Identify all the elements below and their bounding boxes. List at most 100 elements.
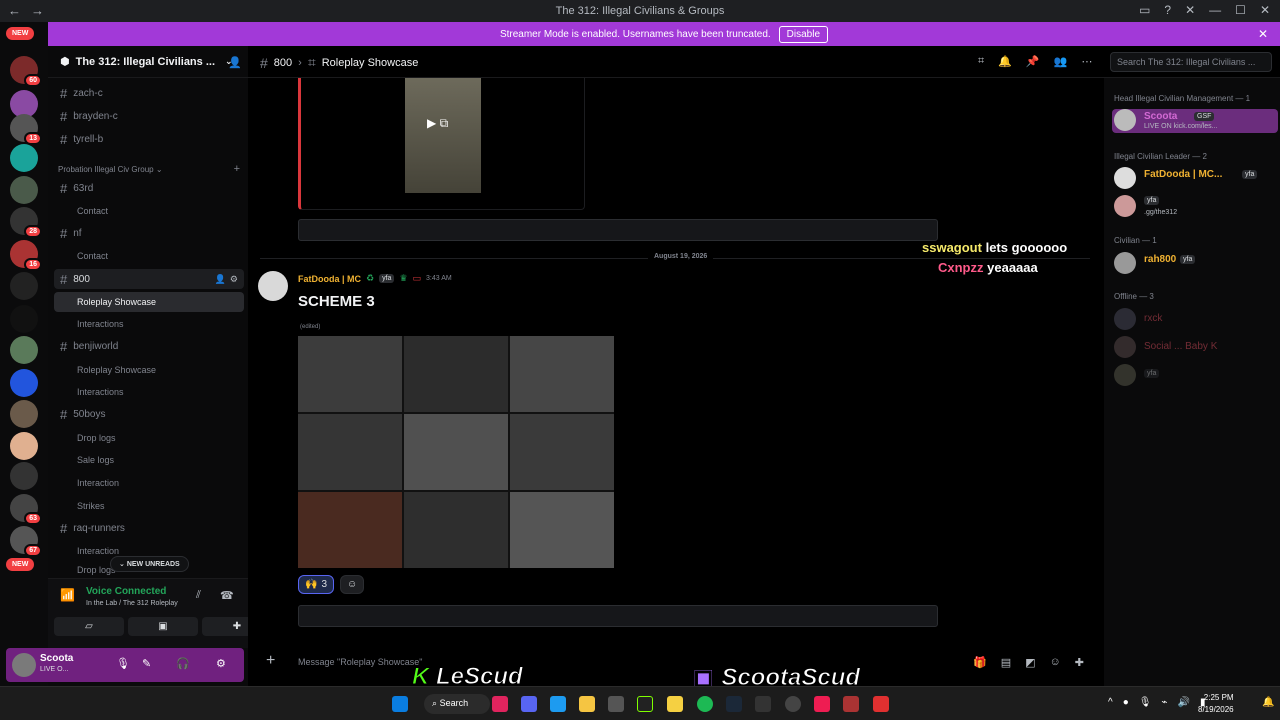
channel-nf[interactable]: # nf [54, 223, 244, 243]
taskbar-clock[interactable]: 2:25 PM 8/19/2026 [1198, 692, 1234, 716]
thread-roleplay-showcase[interactable]: Roleplay Showcase [54, 360, 244, 380]
app-icon[interactable] [637, 696, 653, 712]
search-input[interactable]: Search The 312: Illegal Civilians ... [1110, 52, 1272, 72]
add-attachment-icon[interactable]: + [266, 652, 275, 670]
spotify-icon[interactable] [697, 696, 713, 712]
apps-icon[interactable]: ✚ [1075, 656, 1084, 669]
taskbar-search[interactable]: ⌕ Search [424, 694, 490, 714]
server-icon[interactable] [10, 369, 38, 397]
app-icon[interactable] [843, 696, 859, 712]
members-icon[interactable]: 👥 [1054, 55, 1068, 68]
channel-brayden-c[interactable]: # brayden-c [54, 106, 244, 126]
member-item[interactable]: yfa [1114, 364, 1276, 388]
channel-800[interactable]: #800 👤 ⚙ [54, 269, 244, 289]
member-item[interactable]: rxck [1114, 308, 1276, 332]
close-icon[interactable]: ✕ [1258, 27, 1268, 41]
thread-roleplay-showcase[interactable]: Roleplay Showcase [54, 292, 244, 312]
deafen-icon[interactable]: ✎ [142, 657, 151, 670]
member-item[interactable]: yfa .gg/the312 [1114, 195, 1276, 219]
sticker-icon[interactable]: ◩ [1025, 656, 1035, 669]
server-icon-active[interactable] [10, 144, 38, 172]
volume-icon[interactable]: 🔊 [1177, 697, 1189, 708]
inbox-icon[interactable]: ▭ [1139, 3, 1150, 17]
voice-status[interactable]: Voice Connected [86, 586, 166, 597]
thread-sale-logs[interactable]: Sale logs [54, 450, 244, 470]
server-icon[interactable]: 16 [10, 240, 42, 271]
composer-placeholder[interactable]: Message "Roleplay Showcase" [298, 657, 422, 667]
folder-icon[interactable] [579, 696, 595, 712]
member-item[interactable]: Social ... Baby K [1114, 336, 1276, 360]
server-icon[interactable]: 63 [10, 494, 42, 525]
disconnect-icon[interactable]: ☎ [220, 589, 234, 602]
chevron-up-icon[interactable]: ^ [1108, 697, 1113, 708]
gear-icon[interactable]: ⚙ [216, 657, 226, 670]
add-reaction-button[interactable]: ☺ [340, 575, 365, 594]
channel-tyrell-b[interactable]: # tyrell-b [54, 129, 244, 149]
channel-zach-c[interactable]: # zach-c [54, 83, 244, 103]
app-icon[interactable] [492, 696, 508, 712]
discord-icon[interactable] [521, 696, 537, 712]
edge-icon[interactable] [550, 696, 566, 712]
reaction-raised-hands[interactable]: 🙌 3 [298, 575, 335, 594]
server-icon[interactable] [10, 305, 38, 333]
member-item[interactable]: rah800 yfa [1114, 252, 1276, 276]
chrome-icon[interactable] [785, 696, 801, 712]
server-icon[interactable] [10, 462, 38, 490]
channel-63rd[interactable]: #63rd [54, 178, 244, 198]
tiktok-icon[interactable] [814, 696, 830, 712]
camera-off-button[interactable]: ▱ [54, 617, 124, 636]
message-author[interactable]: FatDooda | MC [298, 274, 361, 284]
thread-contact[interactable]: Contact [54, 246, 244, 266]
windows-start-icon[interactable] [392, 696, 408, 712]
server-icon[interactable]: 28 [10, 207, 42, 238]
more-icon[interactable]: ⋯ [1081, 55, 1092, 68]
maximize-icon[interactable]: ☐ [1235, 3, 1246, 17]
server-icon[interactable]: 67 [10, 526, 42, 557]
threads-icon[interactable]: ⌗ [978, 55, 984, 68]
tools-icon[interactable]: ✕ [1185, 3, 1195, 17]
network-icon[interactable]: ⌁ [1161, 697, 1167, 708]
image-attachment[interactable] [298, 336, 614, 568]
invite-icon[interactable]: 👤 [215, 274, 226, 285]
invite-icon[interactable]: 👤 [228, 56, 242, 69]
avatar[interactable] [258, 271, 288, 301]
screenshare-button[interactable]: ▣ [128, 617, 198, 636]
noise-suppression-icon[interactable]: ⫽ [196, 589, 201, 602]
gif-icon[interactable]: ▤ [1001, 656, 1011, 669]
video-thumbnail[interactable]: ▶ ⧉ [405, 78, 481, 193]
server-icon[interactable]: 60 [10, 56, 42, 87]
notification-bell-icon[interactable]: 🔔 [1262, 697, 1274, 708]
thread-interactions[interactable]: Interactions [54, 382, 244, 402]
pin-icon[interactable]: 📌 [1026, 55, 1040, 68]
voice-location[interactable]: In the Lab / The 312 Roleplay [86, 600, 178, 607]
app-icon[interactable] [873, 696, 889, 712]
play-icon[interactable]: ▶ ⧉ [427, 116, 448, 131]
category-probation[interactable]: Probation Illegal Civ Group ⌄ + [58, 163, 244, 175]
server-icon[interactable]: 13 [10, 114, 42, 145]
server-icon[interactable] [10, 272, 38, 300]
channel-raq-runners[interactable]: # raq-runners [54, 518, 244, 538]
close-window-icon[interactable]: ✕ [1260, 3, 1270, 17]
tray-app-icon[interactable]: ● [1123, 697, 1129, 708]
thread-interaction[interactable]: Interaction [54, 473, 244, 493]
channel-50boys[interactable]: #50boys [54, 404, 244, 424]
thread-strikes[interactable]: Strikes [54, 496, 244, 516]
headphones-icon[interactable]: 🎧 [176, 657, 190, 670]
app-icon[interactable] [755, 696, 771, 712]
guild-header[interactable]: ⬢ The 312: Illegal Civilians ... ⌄ 👤 [48, 46, 248, 78]
minimize-icon[interactable]: — [1209, 3, 1221, 17]
server-icon[interactable] [10, 400, 38, 428]
app-icon[interactable] [667, 696, 683, 712]
member-item[interactable]: FatDooda | MC... yfa [1114, 167, 1276, 191]
signal-icon[interactable]: 📶 [60, 588, 75, 602]
server-icon[interactable] [10, 336, 38, 364]
server-icon[interactable] [10, 176, 38, 204]
channel-benjiworld[interactable]: # benjiworld [54, 336, 244, 356]
disable-button[interactable]: Disable [778, 25, 829, 43]
mic-icon[interactable]: 🎙 [1139, 697, 1152, 708]
help-icon[interactable]: ? [1164, 3, 1171, 17]
avatar[interactable] [12, 653, 36, 677]
thread-contact[interactable]: Contact [54, 201, 244, 221]
new-unreads-pill[interactable]: ⌄ NEW UNREADS [110, 556, 189, 572]
gear-icon[interactable]: ⚙ [230, 274, 238, 285]
